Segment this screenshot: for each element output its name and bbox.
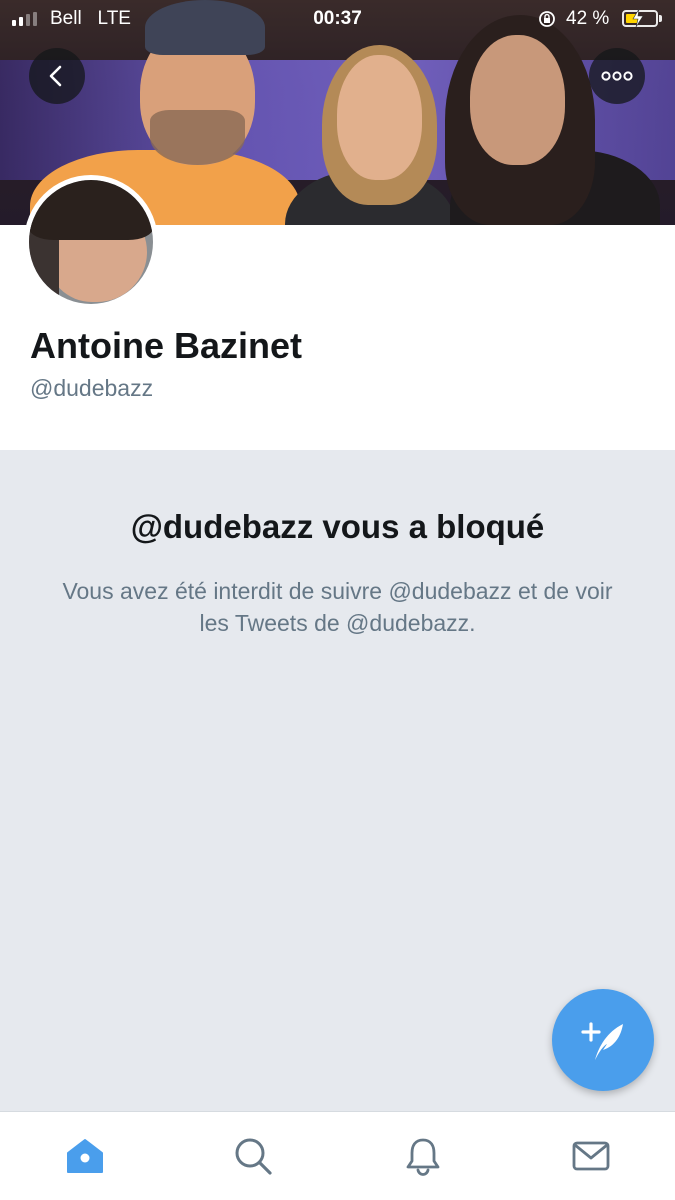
blocked-message: Vous avez été interdit de suivre @dudeba… [62, 578, 613, 636]
battery-nub [659, 15, 662, 22]
compose-tweet-button[interactable] [552, 989, 654, 1091]
bell-icon [406, 1138, 440, 1176]
home-icon [67, 1139, 103, 1173]
avatar-image [29, 180, 153, 304]
tab-home[interactable] [63, 1134, 107, 1178]
avatar[interactable] [24, 175, 158, 309]
battery-percent: 42 % [566, 8, 610, 29]
charging-bolt-icon [632, 8, 644, 28]
back-button[interactable] [29, 48, 85, 104]
banner-person-head [337, 55, 422, 180]
orientation-lock-icon [539, 11, 555, 27]
blocked-title: @dudebazz vous a bloqué [130, 508, 545, 545]
profile-handle: @dudebazz [30, 375, 154, 401]
banner-person-head [470, 35, 565, 165]
chevron-left-icon [49, 65, 62, 87]
banner-person-beard [150, 110, 245, 165]
profile-display-name: Antoine Bazinet [30, 325, 303, 366]
search-icon [235, 1138, 272, 1175]
tab-search[interactable] [231, 1134, 275, 1178]
avatar-hair [29, 180, 153, 240]
more-horizontal-icon [601, 71, 633, 81]
tab-notifications[interactable] [401, 1134, 445, 1178]
status-bar: Bell LTE 00:37 42 % [0, 0, 675, 38]
compose-tweet-icon [581, 1022, 623, 1060]
more-options-button[interactable] [589, 48, 645, 104]
envelope-icon [572, 1141, 610, 1171]
bottom-tab-bar [0, 1111, 675, 1200]
tab-messages[interactable] [569, 1134, 613, 1178]
